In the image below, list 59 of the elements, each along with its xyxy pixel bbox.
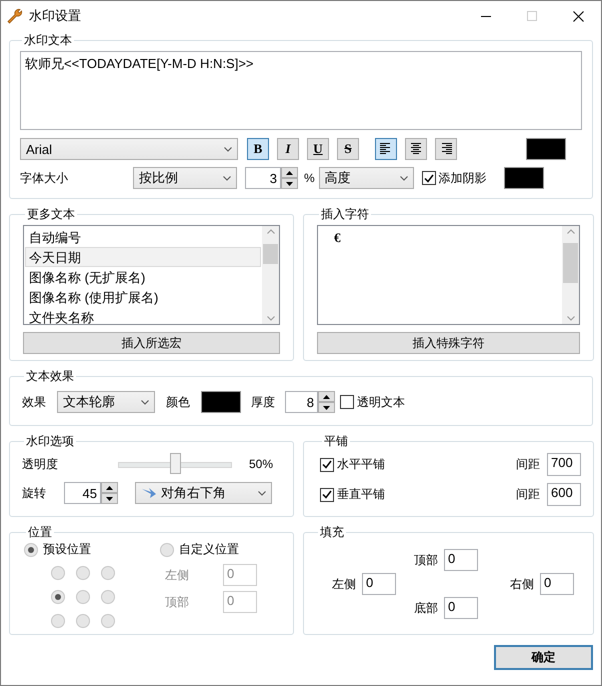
- style-toggle[interactable]: U: [307, 138, 329, 160]
- text-field[interactable]: 700: [547, 453, 581, 476]
- style-toggle[interactable]: I: [277, 138, 299, 160]
- checkbox-label: 透明文本: [357, 394, 405, 410]
- dropdown[interactable]: 高度: [318, 167, 414, 189]
- number-field[interactable]: 45: [64, 482, 101, 504]
- slider-value: 50%: [249, 457, 274, 471]
- insert-button[interactable]: 插入所选宏: [23, 332, 280, 354]
- field-label: 效果: [22, 394, 47, 410]
- dropdown[interactable]: 按比例: [133, 167, 237, 189]
- group-title: 平铺: [323, 434, 349, 448]
- list-item[interactable]: 图像名称 (无扩展名): [25, 267, 261, 287]
- unit-label: %: [304, 171, 315, 185]
- text-field[interactable]: 0: [444, 597, 478, 619]
- field-label: 颜色: [166, 394, 191, 410]
- insert-button[interactable]: 插入特殊字符: [317, 332, 580, 354]
- field-label: 底部: [414, 600, 438, 616]
- field-label: 顶部: [165, 594, 190, 610]
- text-field[interactable]: 600: [547, 483, 581, 506]
- list-item[interactable]: 文件夹名称: [25, 307, 261, 327]
- field-label: 左侧: [165, 566, 190, 584]
- field-label: 厚度: [251, 394, 276, 410]
- field-label: 旋转: [22, 484, 47, 502]
- field-label: 左侧: [332, 576, 356, 592]
- checkbox-label: 水平平铺: [337, 456, 385, 473]
- list-item[interactable]: 自动编号: [25, 227, 261, 247]
- group-title: 文本效果: [25, 369, 75, 383]
- group-title: 填充: [319, 525, 345, 539]
- field-label: 右侧: [510, 576, 534, 592]
- dropdown[interactable]: 对角右下角: [135, 482, 272, 504]
- group-title: 水印文本: [23, 33, 73, 47]
- radio-label: 预设位置: [43, 541, 91, 558]
- field-label: 间距: [516, 456, 540, 473]
- style-toggle[interactable]: B: [247, 138, 269, 160]
- group-title: 水印选项: [25, 434, 75, 448]
- text-field[interactable]: 0: [540, 573, 574, 595]
- group-title: 位置: [27, 525, 53, 539]
- text-area[interactable]: 软师兄<<TODAYDATE[Y-M-D H:N:S]>>: [20, 51, 582, 130]
- checkbox-label: 垂直平铺: [337, 486, 385, 503]
- radio-label: 自定义位置: [179, 541, 239, 558]
- dropdown[interactable]: Arial: [20, 138, 238, 160]
- list-item[interactable]: 图像名称 (使用扩展名): [25, 287, 261, 307]
- style-toggle[interactable]: S: [337, 138, 359, 160]
- window-title: 水印设置: [29, 7, 82, 25]
- field-label: 字体大小: [20, 170, 69, 186]
- group-title: 更多文本: [26, 207, 76, 221]
- field-label: 透明度: [22, 456, 57, 472]
- text-field[interactable]: 0: [444, 549, 478, 571]
- field-label: 间距: [516, 486, 540, 503]
- ok-button[interactable]: 确定: [494, 645, 593, 670]
- checkbox-label: 添加阴影: [438, 170, 487, 186]
- number-field[interactable]: 3: [245, 167, 281, 189]
- list-item[interactable]: 今天日期: [25, 247, 261, 267]
- field-label: 顶部: [414, 552, 438, 568]
- list-item[interactable]: €: [319, 227, 561, 247]
- number-field[interactable]: 8: [285, 391, 318, 413]
- text-field[interactable]: 0: [362, 573, 396, 595]
- group-title: 插入字符: [320, 207, 370, 221]
- dropdown[interactable]: 文本轮廓: [57, 391, 155, 413]
